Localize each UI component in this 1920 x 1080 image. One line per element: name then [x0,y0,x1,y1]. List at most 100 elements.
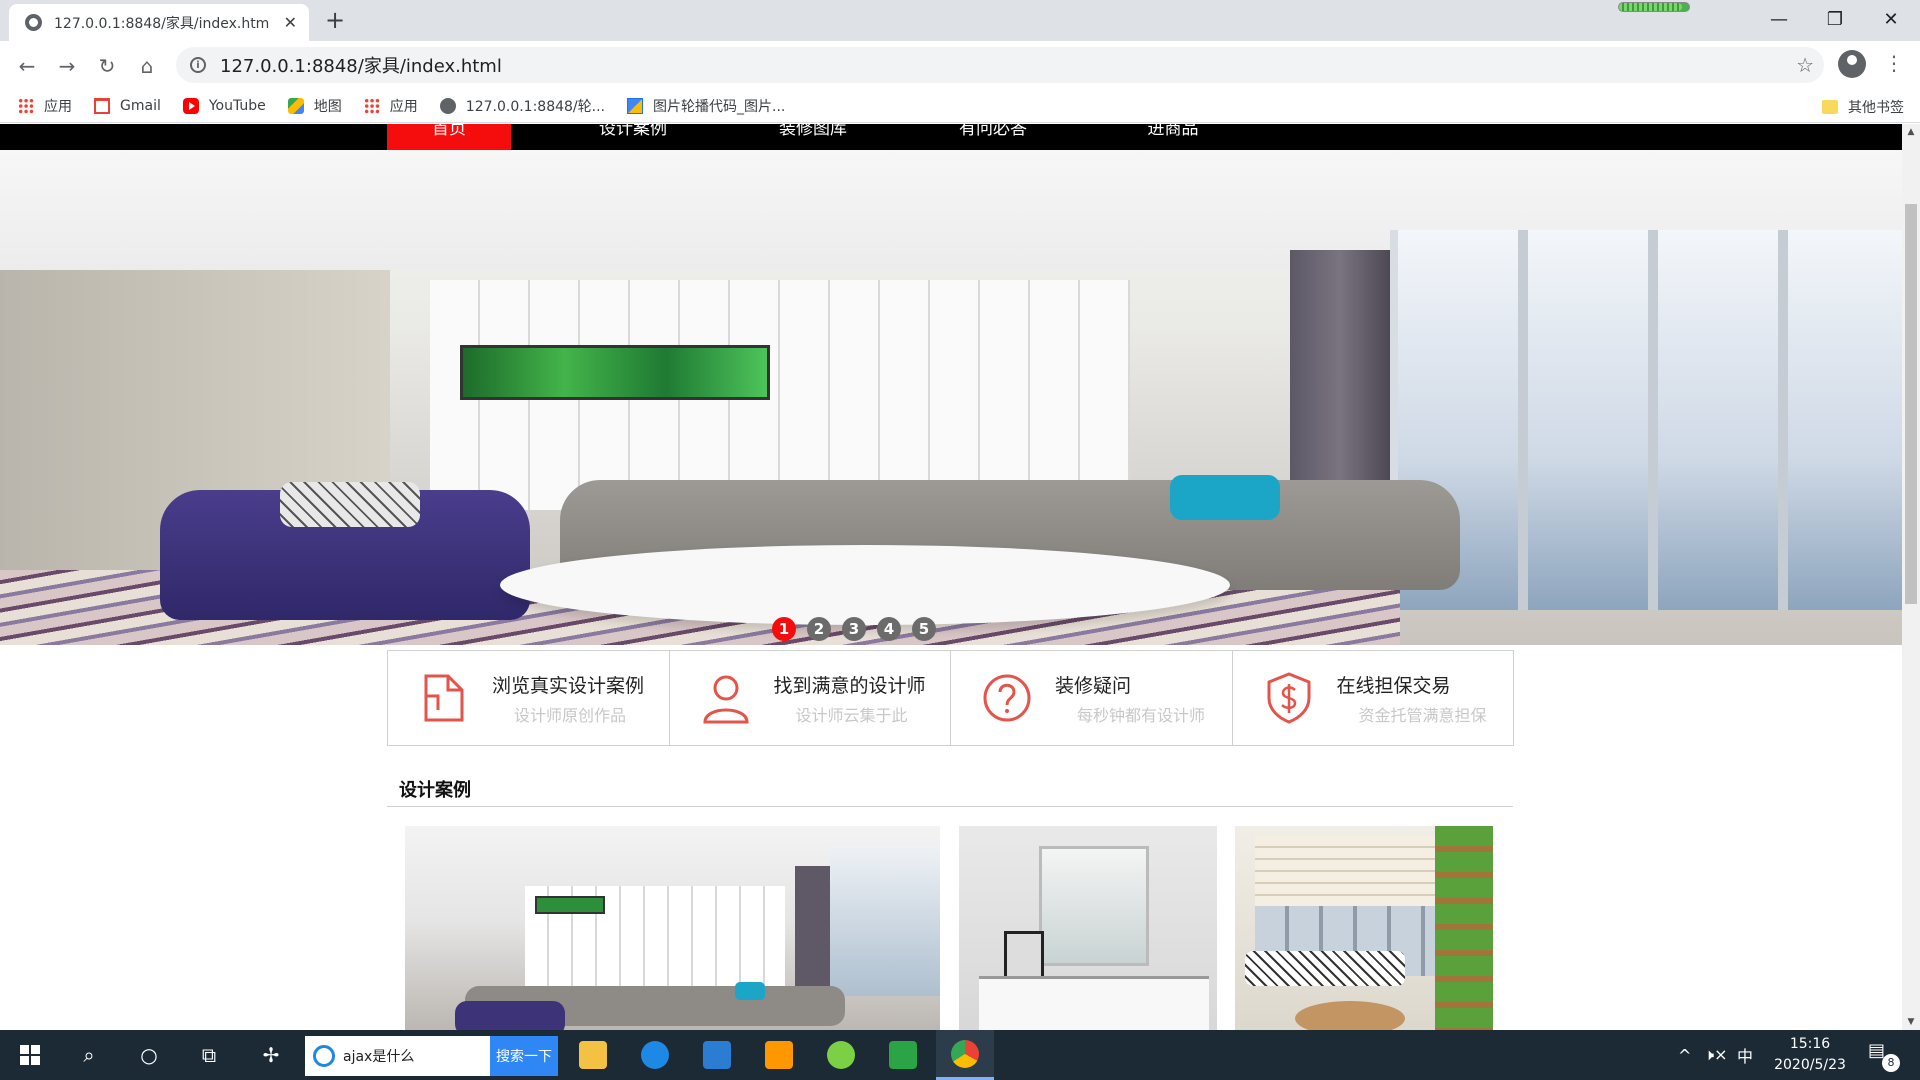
feature-subtitle: 设计师云集于此 [795,705,908,725]
back-arrow-icon[interactable]: ← [10,49,44,83]
feature-find-designer[interactable]: 找到满意的设计师 设计师云集于此 [668,650,951,746]
menu-dots-icon[interactable]: ⋮ [1884,51,1904,75]
wechat-glyph [827,1041,855,1069]
browser-toolbar: ← → ↻ ⌂ i 127.0.0.1:8848/家具/index.html ☆… [0,41,1920,89]
design-cases-header: 设计案例 [387,764,1513,807]
bookmarks-bar: 应用 Gmail YouTube 地图 应用 127.0.0.1:8848/轮.… [0,89,1920,123]
scroll-up-arrow-icon[interactable]: ▲ [1902,124,1920,140]
bookmark-star-icon[interactable]: ☆ [1796,53,1814,77]
apps-grid-icon [363,97,380,114]
tab-title: 127.0.0.1:8848/家具/index.htm [54,15,270,32]
carousel-dot-5[interactable]: 5 [912,617,936,641]
start-button[interactable] [5,1030,55,1080]
carousel-dots: 1 2 3 4 5 [772,617,936,641]
pinwheel-icon[interactable]: ✢ [246,1030,296,1080]
task-view-icon[interactable]: ⧉ [184,1030,234,1080]
bookmark-local[interactable]: 127.0.0.1:8848/轮... [439,96,605,116]
apps-grid-icon [18,97,34,114]
new-tab-button[interactable]: + [325,6,345,34]
mail-icon[interactable] [688,1030,746,1080]
case-image-living-room[interactable] [405,826,940,1030]
clock-date: 2020/5/23 [1774,1057,1846,1073]
feature-title: 在线担保交易 [1336,674,1451,697]
profile-avatar-icon[interactable] [1838,50,1866,78]
search-magnifier-icon[interactable]: ⌕ [64,1030,114,1080]
bookmark-apps-2[interactable]: 应用 [363,96,418,116]
feature-title: 装修疑问 [1055,674,1132,697]
bookmark-maps[interactable]: 地图 [287,96,342,116]
nav-design-cases[interactable]: 设计案例 [568,124,698,150]
case-mirror [1039,846,1149,966]
volume-muted-icon[interactable]: 🕨× [1704,1030,1728,1080]
edge-icon[interactable] [626,1030,684,1080]
case-curtain [795,866,830,996]
case-pillows [1245,951,1405,986]
scroll-thumb[interactable] [1905,204,1917,604]
notification-center-icon[interactable]: ▤ 8 [1868,1040,1900,1072]
feature-subtitle: 每秒钟都有设计师 [1077,705,1206,725]
notification-badge: 8 [1882,1054,1900,1072]
bookmark-apps[interactable]: 应用 [18,96,72,116]
case-purple-sofa [455,1001,565,1030]
case-frame [1004,931,1044,981]
tray-chevron-icon[interactable]: ^ [1678,1030,1691,1080]
reload-icon[interactable]: ↻ [90,49,124,83]
site-info-icon[interactable]: i [190,57,206,73]
cortana-icon[interactable]: ○ [124,1030,174,1080]
nav-products[interactable]: 进商品 [1108,124,1238,150]
nav-gallery[interactable]: 装修图库 [748,124,878,150]
feature-bar: 浏览真实设计案例 设计师原创作品 找到满意的设计师 设计师云集于此 装修疑问每秒钟都… [387,650,1514,746]
tab-close-icon[interactable]: ✕ [284,13,297,32]
hero-pillow [280,482,420,527]
case-image-dressing-room[interactable] [959,826,1217,1030]
carousel-dot-3[interactable]: 3 [842,617,866,641]
url-text[interactable]: 127.0.0.1:8848/家具/index.html [220,52,502,78]
feature-subtitle: 设计师原创作品 [514,705,627,725]
browser-tab[interactable]: 127.0.0.1:8848/家具/index.htm ✕ [9,4,309,41]
hero-window [1390,230,1902,610]
scroll-down-arrow-icon[interactable]: ▼ [1902,1014,1920,1030]
nav-home[interactable]: 首页 [387,124,511,150]
forward-arrow-icon[interactable]: → [50,49,84,83]
hbuilder-icon[interactable] [874,1030,932,1080]
file-explorer-icon[interactable] [564,1030,622,1080]
hero-carousel[interactable]: 1 2 3 4 5 [0,150,1902,645]
case-pillow [735,982,765,1000]
tab-strip: 127.0.0.1:8848/家具/index.htm ✕ + — ❐ ✕ [0,0,1920,41]
feature-title: 浏览真实设计案例 [492,674,645,697]
wechat-icon[interactable] [812,1030,870,1080]
other-bookmarks[interactable]: 其他书签 [1822,97,1904,117]
taskbar-clock[interactable]: 15:16 2020/5/23 [1760,1034,1860,1076]
feature-questions[interactable]: 装修疑问每秒钟都有设计师 [950,650,1233,746]
carousel-dot-1[interactable]: 1 [772,617,796,641]
page-scrollbar[interactable]: ▲ ▼ [1902,124,1920,1030]
feature-escrow[interactable]: 在线担保交易资金托管满意担保 [1231,650,1514,746]
loading-progress-bar [1618,2,1690,12]
feature-browse-cases[interactable]: 浏览真实设计案例 设计师原创作品 [387,650,670,746]
minimize-button[interactable]: — [1750,0,1808,38]
bookmark-carousel-code[interactable]: 图片轮播代码_图片... [627,96,785,116]
feature-subtitle: 资金托管满意担保 [1358,705,1487,725]
chrome-icon[interactable] [936,1030,994,1080]
ime-indicator[interactable]: 中 [1737,1030,1753,1080]
carousel-dot-4[interactable]: 4 [877,617,901,641]
restore-button[interactable]: ❐ [1806,0,1864,38]
close-window-button[interactable]: ✕ [1862,0,1920,38]
nav-qa[interactable]: 有问必答 [928,124,1058,150]
designer-icon [702,675,749,724]
feature-title: 找到满意的设计师 [773,674,926,697]
case-image-balcony[interactable] [1235,826,1493,1030]
question-icon [983,674,1031,722]
taskbar-search-button[interactable]: 搜索一下 [490,1036,558,1076]
progress-fill [1619,3,1682,11]
home-icon[interactable]: ⌂ [130,49,164,83]
sublime-text-icon[interactable] [750,1030,808,1080]
taskbar-search-input[interactable]: ajax是什么 [305,1036,490,1076]
bookmark-gmail[interactable]: Gmail [94,97,161,114]
maps-icon [287,97,304,114]
bookmark-youtube[interactable]: YouTube [182,97,266,114]
carousel-dot-2[interactable]: 2 [807,617,831,641]
address-bar[interactable]: i 127.0.0.1:8848/家具/index.html ☆ [176,47,1824,83]
hero-aquarium [460,345,770,400]
case-aquarium [535,896,605,914]
